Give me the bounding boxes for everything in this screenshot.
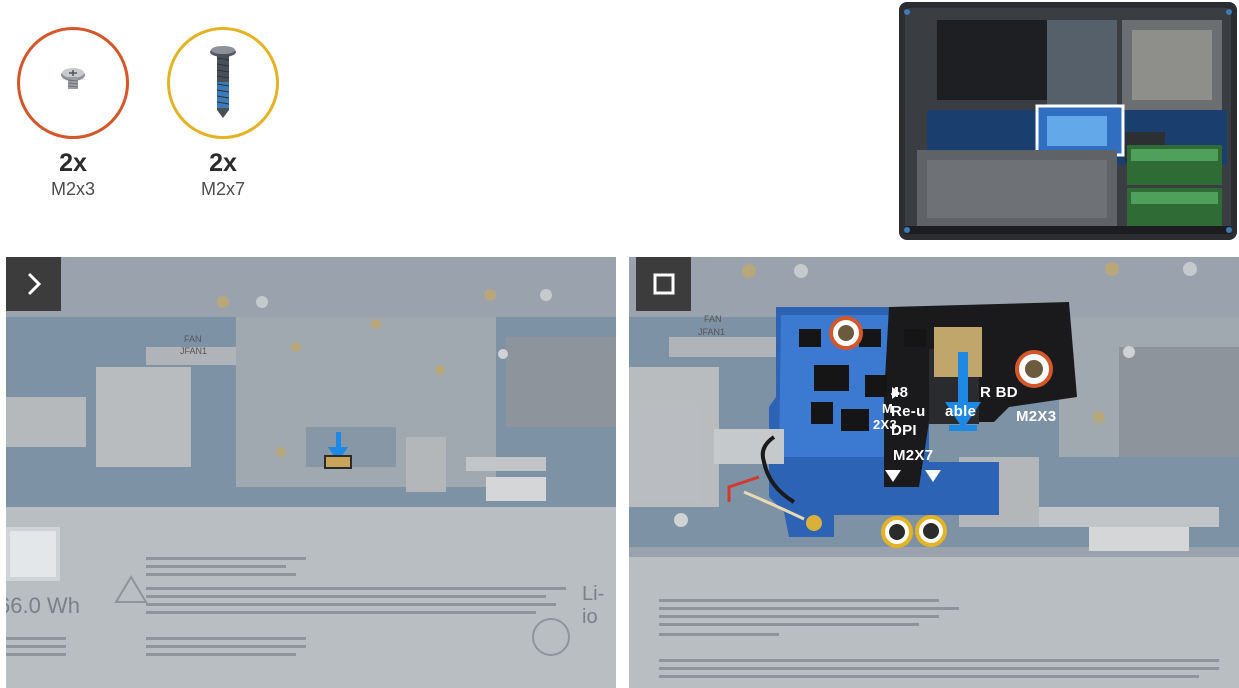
chevron-right-icon (27, 272, 41, 296)
board-text-able: able (945, 403, 977, 420)
step-panel-right: FAN JFAN1 48 R BD Re-u able DPI M 2X3 M2… (629, 257, 1239, 688)
m2x3-right-label: M2X3 (1016, 408, 1057, 425)
screw-m2x3-quantity: 2x (59, 149, 87, 177)
screw-m2x7-icon (167, 27, 279, 139)
laptop-overview-image (897, 0, 1239, 242)
screw-m2x7-quantity: 2x (209, 149, 237, 177)
m2x7-label: M2X7 (893, 447, 934, 464)
screw-m2x3-size: M2x3 (50, 179, 95, 199)
step-panel-left: FAN JFAN1 66.0 Wh Li-io (6, 257, 616, 688)
fan-label: FAN (184, 334, 202, 344)
jfan-label: JFAN1 (180, 346, 208, 356)
step-end-marker (636, 257, 691, 311)
screw-legend-m2x3: 2x M2x3 (13, 27, 133, 200)
li-ion-label: Li-io (582, 583, 605, 628)
square-stop-icon (653, 273, 674, 295)
board-text-r-bd: R BD (980, 384, 1018, 401)
screw-m2x7-size: M2x7 (200, 179, 245, 199)
step-start-marker (6, 257, 61, 311)
board-text-48: 48 (891, 384, 909, 401)
screw-m2x3-icon (17, 27, 129, 139)
jfan-label: JFAN1 (698, 327, 726, 337)
battery-capacity-label: 66.0 Wh (6, 593, 80, 618)
fan-label: FAN (704, 314, 722, 324)
m2x3-left-label-2: 2X3 (873, 417, 898, 432)
screw-legend-m2x7: 2x M2x7 (163, 27, 283, 200)
m2x3-left-label: M (882, 401, 894, 416)
